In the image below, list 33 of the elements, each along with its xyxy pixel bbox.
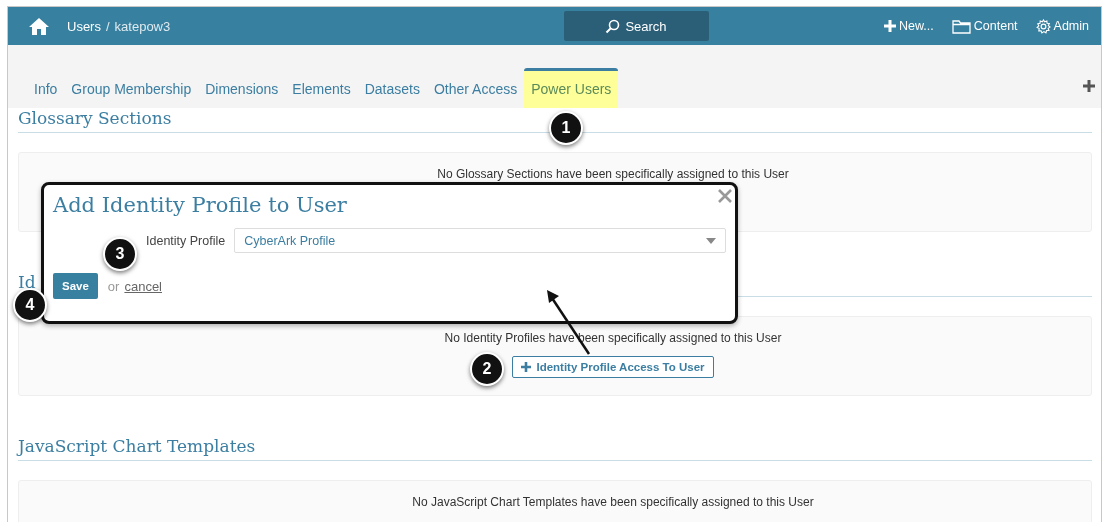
plus-icon <box>521 362 532 372</box>
tab[interactable]: Elements <box>285 68 358 108</box>
cancel-link[interactable]: cancel <box>124 278 162 294</box>
close-icon[interactable] <box>718 189 732 203</box>
plus-icon <box>884 20 897 32</box>
breadcrumb-link[interactable]: Users <box>67 18 101 34</box>
empty-message: No JavaScript Chart Templates have been specifically assigned to this User <box>412 495 814 509</box>
home-icon[interactable] <box>28 16 50 36</box>
save-button[interactable]: Save <box>53 273 98 299</box>
admin-button[interactable]: Admin <box>1035 18 1089 34</box>
search-icon <box>605 18 621 34</box>
tab[interactable]: Info <box>27 68 65 108</box>
breadcrumb-current: katepow3 <box>114 18 171 34</box>
new-button[interactable]: New... <box>884 19 934 33</box>
caret-icon <box>706 237 717 244</box>
profile-dropdown[interactable]: CyberArk Profile <box>234 228 727 253</box>
tab[interactable]: Power Users <box>524 68 619 108</box>
add-tab-icon[interactable] <box>1083 80 1095 92</box>
field-label: Identity Profile <box>146 233 226 248</box>
empty-message: No Glossary Sections have been specifically assigned to this User <box>437 167 789 181</box>
search-button[interactable]: Search <box>563 11 709 41</box>
settings-icon <box>1035 18 1051 34</box>
tab[interactable]: Datasets <box>357 68 427 108</box>
folder-icon <box>951 18 971 34</box>
section-heading: JavaScript Chart Templates <box>18 436 1092 461</box>
breadcrumb-separator: / <box>105 18 110 34</box>
tab[interactable]: Dimensions <box>198 68 286 108</box>
content-button[interactable]: Content <box>951 18 1018 34</box>
tab[interactable]: Group Membership <box>64 68 199 108</box>
dialog-title: Add Identity Profile to User <box>53 193 347 217</box>
or-text: or <box>107 278 120 294</box>
add-access-button[interactable]: Identity Profile Access To User <box>512 356 714 378</box>
tab[interactable]: Other Access <box>426 68 525 108</box>
